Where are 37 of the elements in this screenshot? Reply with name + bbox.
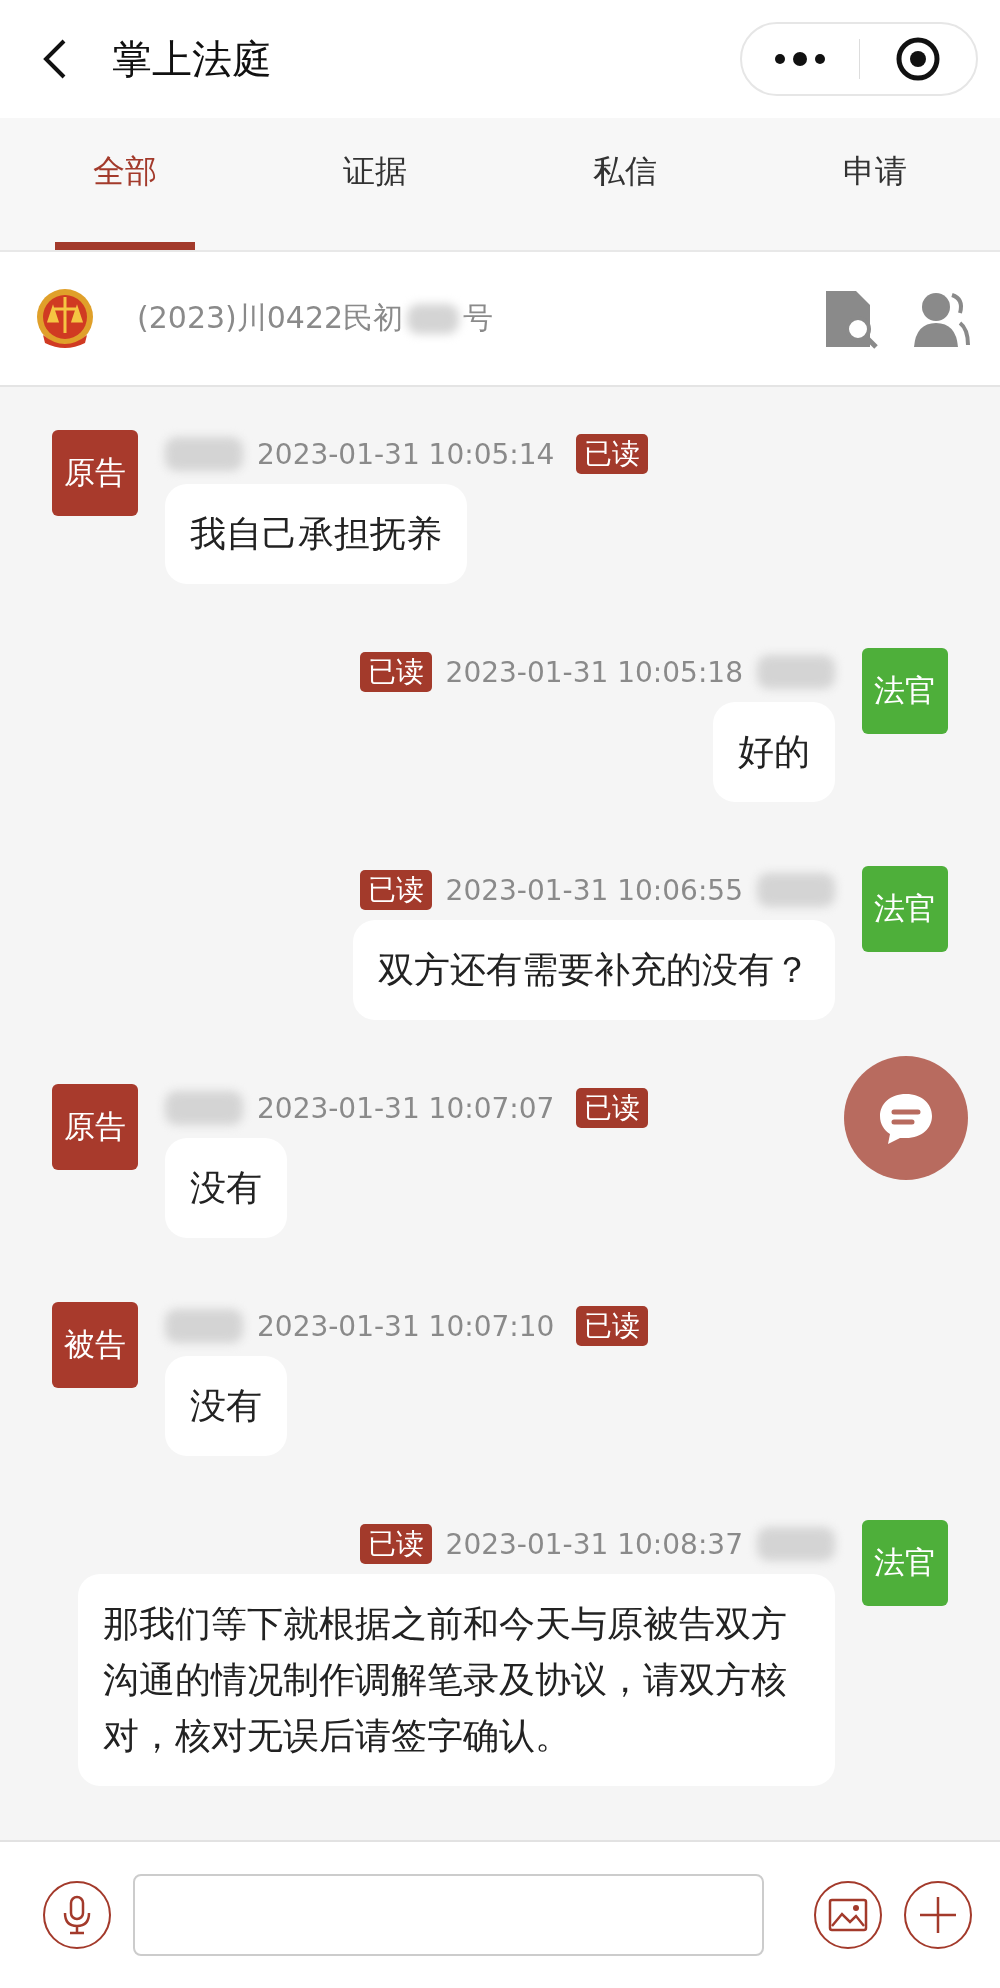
message-time: 2023-01-31 10:07:10 — [257, 1309, 555, 1343]
read-status: 已读 — [576, 1306, 649, 1346]
role-avatar: 法官 — [862, 1520, 948, 1606]
message-time: 2023-01-31 10:05:18 — [445, 655, 743, 689]
message-bubble: 没有 — [165, 1138, 287, 1238]
message-bubble: 我自己承担抚养 — [165, 484, 467, 584]
role-avatar: 原告 — [52, 430, 138, 516]
message-time: 2023-01-31 10:06:55 — [445, 873, 743, 907]
message-bubble: 没有 — [165, 1356, 287, 1456]
page-title: 掌上法庭 — [112, 34, 273, 84]
role-avatar: 法官 — [862, 648, 948, 734]
role-avatar: 法官 — [862, 866, 948, 952]
message-bubble: 好的 — [713, 702, 835, 802]
message-time: 2023-01-31 10:08:37 — [445, 1527, 743, 1561]
message-time: 2023-01-31 10:05:14 — [257, 437, 555, 471]
tab[interactable]: 私信 — [555, 118, 695, 250]
plus-icon — [918, 1895, 958, 1935]
role-avatar: 被告 — [52, 1302, 138, 1388]
read-status: 已读 — [359, 1524, 432, 1564]
target-icon — [894, 36, 941, 82]
tab[interactable]: 证据 — [305, 118, 445, 250]
document-search-icon[interactable] — [824, 288, 880, 349]
image-icon — [828, 1898, 868, 1932]
message-input[interactable] — [133, 1874, 764, 1956]
read-status: 已读 — [359, 652, 432, 692]
emblem-icon — [35, 286, 95, 351]
message-time: 2023-01-31 10:07:07 — [257, 1091, 555, 1125]
case-number-suffix: 号 — [463, 299, 494, 337]
redacted-number — [407, 303, 460, 334]
read-status: 已读 — [576, 1088, 649, 1128]
case-number: (2023)川0422民初 — [137, 299, 404, 337]
message-bubble: 双方还有需要补充的没有？ — [353, 920, 835, 1020]
read-status: 已读 — [576, 434, 649, 474]
read-status: 已读 — [359, 870, 432, 910]
role-avatar: 原告 — [52, 1084, 138, 1170]
message-bubble: 那我们等下就根据之前和今天与原被告双方沟通的情况制作调解笔录及协议，请双方核对，核对无误后请签字确认。 — [78, 1574, 835, 1786]
tab[interactable]: 申请 — [805, 118, 945, 250]
